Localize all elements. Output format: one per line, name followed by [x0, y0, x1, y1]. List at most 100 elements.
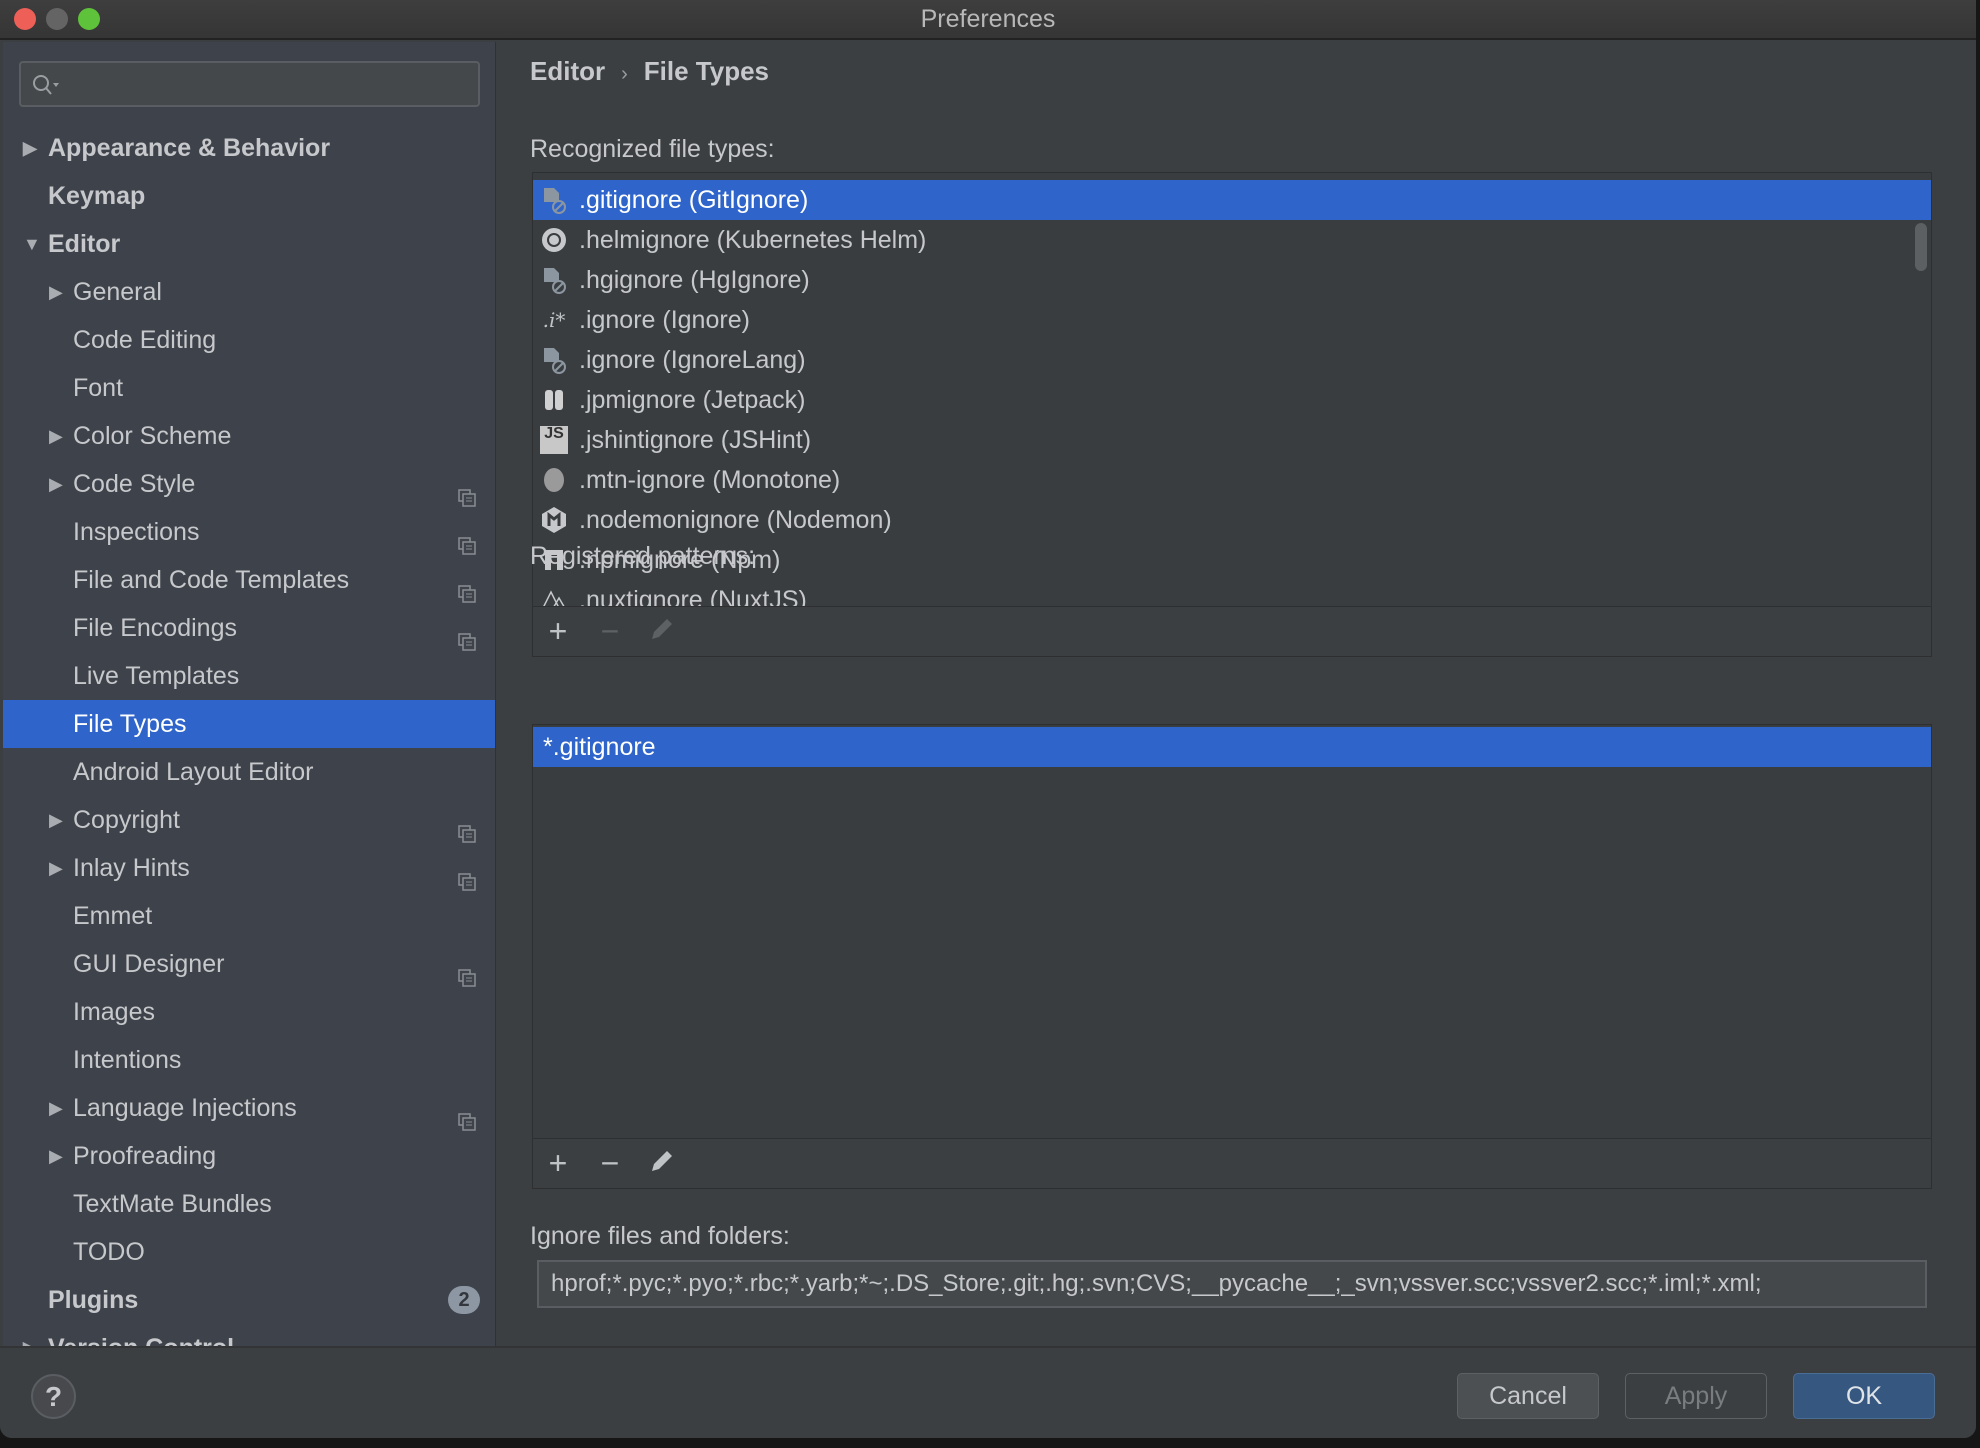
- chevron-right-icon[interactable]: ▶: [49, 460, 63, 508]
- remove-file-type-button[interactable]: −: [593, 615, 627, 649]
- jetpack-icon: [540, 386, 568, 414]
- ignore-file-icon: [540, 186, 568, 214]
- breadcrumb-editor[interactable]: Editor: [530, 56, 605, 86]
- sidebar: ▶ Appearance & Behavior Keymap ▼ Editor ▶ Gene…: [3, 42, 496, 1346]
- sidebar-item-plugins[interactable]: Plugins 2: [3, 1276, 495, 1324]
- breadcrumb: Editor › File Types: [530, 56, 769, 87]
- sidebar-item-font[interactable]: Font: [3, 364, 495, 412]
- sidebar-item-label: Keymap: [48, 182, 146, 210]
- sidebar-item-general[interactable]: ▶ General: [3, 268, 495, 316]
- sidebar-item-code-style[interactable]: ▶ Code Style: [3, 460, 495, 508]
- sidebar-item-label: Emmet: [73, 902, 153, 930]
- registered-patterns-list[interactable]: *.gitignore + −: [532, 724, 1932, 1189]
- sidebar-item-intentions[interactable]: Intentions: [3, 1036, 495, 1084]
- sidebar-item-label: Font: [73, 374, 124, 402]
- nodemon-icon: [540, 506, 568, 534]
- file-type-row[interactable]: .i* .ignore (Ignore): [533, 300, 1931, 340]
- helm-icon: [540, 226, 568, 254]
- file-type-row[interactable]: .ignore (IgnoreLang): [533, 340, 1931, 380]
- sidebar-item-label: Color Scheme: [73, 422, 232, 450]
- sidebar-item-label: File Encodings: [73, 614, 237, 642]
- chevron-right-icon[interactable]: ▶: [23, 124, 37, 172]
- sidebar-item-file-encodings[interactable]: File Encodings: [3, 604, 495, 652]
- file-type-row[interactable]: .gitignore (GitIgnore): [533, 180, 1931, 220]
- sidebar-item-label: Inspections: [73, 518, 200, 546]
- sidebar-item-inspections[interactable]: Inspections: [3, 508, 495, 556]
- chevron-right-icon[interactable]: ▶: [23, 1324, 37, 1346]
- patterns-toolbar: + −: [533, 1138, 1931, 1188]
- file-type-label: .jshintignore (JSHint): [579, 426, 812, 454]
- sidebar-item-copyright[interactable]: ▶ Copyright: [3, 796, 495, 844]
- project-scope-icon: [458, 955, 476, 987]
- sidebar-item-code-editing[interactable]: Code Editing: [3, 316, 495, 364]
- pencil-icon: [652, 619, 672, 639]
- sidebar-item-keymap[interactable]: Keymap: [3, 172, 495, 220]
- file-type-label: .mtn-ignore (Monotone): [579, 466, 841, 494]
- pattern-row[interactable]: *.gitignore: [533, 727, 1931, 767]
- file-type-row[interactable]: JS .jshintignore (JSHint): [533, 420, 1931, 460]
- sidebar-item-language-injections[interactable]: ▶ Language Injections: [3, 1084, 495, 1132]
- sidebar-item-label: General: [73, 278, 162, 306]
- file-type-row[interactable]: .helmignore (Kubernetes Helm): [533, 220, 1931, 260]
- sidebar-item-live-templates[interactable]: Live Templates: [3, 652, 495, 700]
- ignore-files-input[interactable]: hprof;*.pyc;*.pyo;*.rbc;*.yarb;*~;.DS_St…: [537, 1260, 1927, 1308]
- add-pattern-button[interactable]: +: [541, 1147, 575, 1181]
- sidebar-item-proofreading[interactable]: ▶ Proofreading: [3, 1132, 495, 1180]
- sidebar-item-label: File Types: [73, 710, 187, 738]
- project-scope-icon: [458, 1099, 476, 1131]
- sidebar-item-todo[interactable]: TODO: [3, 1228, 495, 1276]
- sidebar-item-editor[interactable]: ▼ Editor: [3, 220, 495, 268]
- chevron-right-icon[interactable]: ▶: [49, 1132, 63, 1180]
- edit-file-type-button[interactable]: [645, 615, 679, 649]
- sidebar-item-android-layout-editor[interactable]: Android Layout Editor: [3, 748, 495, 796]
- sidebar-item-inlay-hints[interactable]: ▶ Inlay Hints: [3, 844, 495, 892]
- chevron-right-icon[interactable]: ▶: [49, 268, 63, 316]
- recognized-file-types-list[interactable]: .gitignore (GitIgnore) .helmignore (Kuber…: [532, 172, 1932, 657]
- sidebar-item-file-and-code-templates[interactable]: File and Code Templates: [3, 556, 495, 604]
- sidebar-item-label: Version Control: [48, 1324, 234, 1346]
- update-count-badge: 2: [448, 1286, 480, 1314]
- apply-button[interactable]: Apply: [1625, 1373, 1767, 1419]
- sidebar-item-label: TextMate Bundles: [73, 1190, 272, 1218]
- file-type-row[interactable]: .mtn-ignore (Monotone): [533, 460, 1931, 500]
- chevron-right-icon[interactable]: ▶: [49, 412, 63, 460]
- title-bar: Preferences: [0, 0, 1976, 40]
- preferences-window: Preferences ▶ Appearance & Behavior Keymap…: [0, 0, 1976, 1438]
- sidebar-item-label: Intentions: [73, 1046, 182, 1074]
- file-type-label: .gitignore (GitIgnore): [579, 186, 809, 214]
- file-type-row[interactable]: .nodemonignore (Nodemon): [533, 500, 1931, 540]
- ignore-glyph-icon: .i*: [542, 308, 566, 332]
- sidebar-item-label: GUI Designer: [73, 950, 225, 978]
- sidebar-item-images[interactable]: Images: [3, 988, 495, 1036]
- project-scope-icon: [458, 619, 476, 651]
- file-type-label: .ignore (IgnoreLang): [579, 346, 806, 374]
- chevron-down-icon[interactable]: ▼: [23, 220, 41, 268]
- recognized-file-types-label: Recognized file types:: [530, 135, 775, 163]
- chevron-right-icon[interactable]: ▶: [49, 844, 63, 892]
- file-type-row[interactable]: .hgignore (HgIgnore): [533, 260, 1931, 300]
- search-input[interactable]: [19, 61, 480, 107]
- chevron-right-icon[interactable]: ▶: [49, 796, 63, 844]
- file-type-row[interactable]: .jpmignore (Jetpack): [533, 380, 1931, 420]
- chevron-right-icon[interactable]: ▶: [49, 1084, 63, 1132]
- help-button[interactable]: ?: [31, 1374, 76, 1419]
- ok-button[interactable]: OK: [1793, 1373, 1935, 1419]
- file-types-panel: Editor › File Types Recognized file types:…: [497, 42, 1976, 1346]
- sidebar-item-gui-designer[interactable]: GUI Designer: [3, 940, 495, 988]
- project-scope-icon: [458, 811, 476, 843]
- sidebar-item-emmet[interactable]: Emmet: [3, 892, 495, 940]
- sidebar-item-label: Copyright: [73, 806, 180, 834]
- edit-pattern-button[interactable]: [645, 1147, 679, 1181]
- sidebar-item-label: Proofreading: [73, 1142, 217, 1170]
- sidebar-item-appearance-behavior[interactable]: ▶ Appearance & Behavior: [3, 124, 495, 172]
- sidebar-item-color-scheme[interactable]: ▶ Color Scheme: [3, 412, 495, 460]
- sidebar-item-file-types[interactable]: File Types: [3, 700, 495, 748]
- project-scope-icon: [458, 571, 476, 603]
- remove-pattern-button[interactable]: −: [593, 1147, 627, 1181]
- list-scrollbar[interactable]: [1915, 223, 1927, 271]
- sidebar-item-label: File and Code Templates: [73, 566, 350, 594]
- cancel-button[interactable]: Cancel: [1457, 1373, 1599, 1419]
- add-file-type-button[interactable]: +: [541, 615, 575, 649]
- sidebar-item-textmate-bundles[interactable]: TextMate Bundles: [3, 1180, 495, 1228]
- sidebar-item-version-control[interactable]: ▶ Version Control: [3, 1324, 495, 1346]
